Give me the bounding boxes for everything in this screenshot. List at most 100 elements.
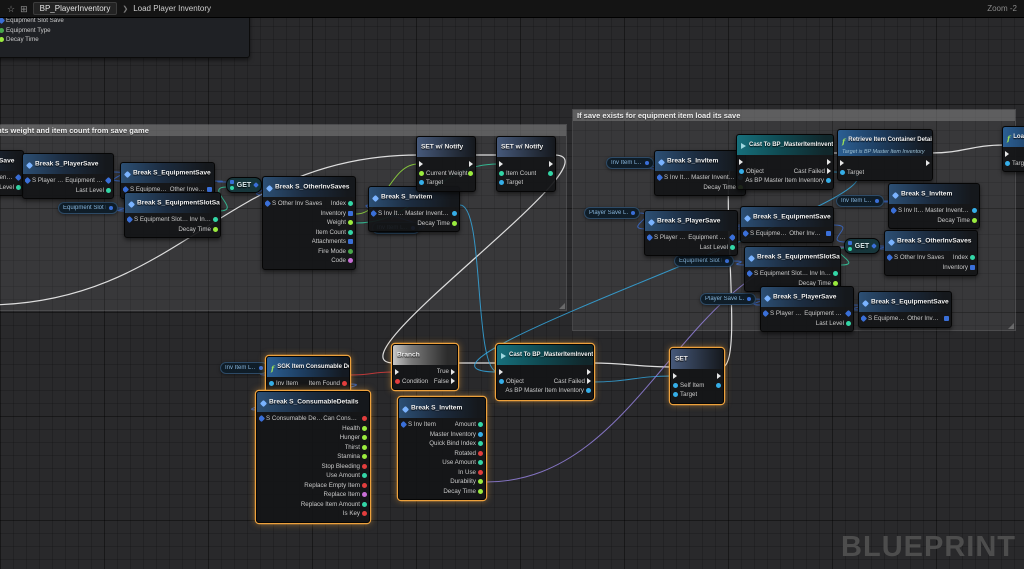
- breadcrumb-root[interactable]: BP_PlayerInventory: [33, 2, 118, 15]
- break-equipmentsave-3[interactable]: Break S_EquipmentSaveS Equipment SaveOth…: [858, 291, 952, 328]
- window-icon[interactable]: ⊞: [20, 0, 28, 18]
- true-pin[interactable]: [451, 369, 455, 375]
- decay-time-pin[interactable]: [0, 37, 4, 42]
- health-pin[interactable]: [362, 426, 367, 431]
- exec-pin[interactable]: [827, 159, 831, 165]
- variable-output-pin[interactable]: [109, 206, 113, 210]
- variable-get-pill[interactable]: Player Save L…: [584, 207, 640, 219]
- in-use-pin[interactable]: [478, 470, 483, 475]
- break-otherinvsaves-1[interactable]: Break S_OtherInvSavesS Other Inv SavesIn…: [262, 176, 356, 270]
- break-otherinvsaves-2[interactable]: Break S_OtherInvSavesS Other Inv SavesIn…: [884, 230, 978, 276]
- variable-output-pin[interactable]: [725, 259, 729, 263]
- pin[interactable]: [230, 180, 234, 184]
- equipment-type-pin[interactable]: [0, 28, 4, 33]
- attachments-pin[interactable]: [348, 239, 353, 244]
- variable-get-pill[interactable]: Inv Item L…: [220, 362, 268, 374]
- break-invitem-1[interactable]: Break S_InvItemS Inv ItemMaster Inventor…: [368, 186, 460, 232]
- stop-bleeding-pin[interactable]: [362, 464, 367, 469]
- exec-pin[interactable]: [469, 161, 473, 167]
- s-inv-item-pin[interactable]: [401, 421, 407, 428]
- inv-item-pin[interactable]: [269, 381, 274, 386]
- last-level-pin[interactable]: [846, 321, 851, 326]
- hunger-pin[interactable]: [362, 435, 367, 440]
- equipment-slot-save-pin[interactable]: [0, 17, 5, 24]
- variable-get-pill[interactable]: Inv Item L…: [836, 195, 884, 207]
- break-equipmentsave-2[interactable]: Break S_EquipmentSaveS Equipment SaveOth…: [740, 206, 834, 243]
- thirst-pin[interactable]: [362, 445, 367, 450]
- as-bp-master-item-inventory-pin[interactable]: [586, 388, 591, 393]
- inventory-pin[interactable]: [348, 211, 353, 216]
- false-pin[interactable]: [451, 378, 455, 384]
- fire-mode-pin[interactable]: [348, 249, 353, 254]
- item-count-pin[interactable]: [499, 171, 504, 176]
- s-equipment-save-pin[interactable]: [861, 315, 867, 322]
- target-pin[interactable]: [840, 170, 845, 175]
- s-consumable-details-pin[interactable]: [259, 415, 265, 422]
- durability-pin[interactable]: [478, 479, 483, 484]
- set-item-count[interactable]: SET w/ NotifyItem CountTarget: [496, 136, 556, 192]
- pin[interactable]: [716, 383, 721, 388]
- s-inv-item-pin[interactable]: [657, 174, 663, 181]
- object-pin[interactable]: [739, 169, 744, 174]
- exec-pin[interactable]: [673, 373, 677, 379]
- exec-pin[interactable]: [739, 159, 743, 165]
- equipment-save-pin[interactable]: [729, 234, 735, 241]
- get-array-1[interactable]: GET: [226, 177, 262, 193]
- exec-pin[interactable]: [587, 369, 591, 375]
- break-invitem-3[interactable]: Break S_InvItemS Inv ItemMaster Inventor…: [888, 183, 980, 229]
- pin[interactable]: [871, 243, 877, 249]
- weight-pin[interactable]: [348, 220, 353, 225]
- set-current-weight[interactable]: SET w/ NotifyCurrent WeightTarget: [416, 136, 476, 192]
- favorite-icon[interactable]: ☆: [7, 0, 15, 18]
- break-invitem-2[interactable]: Break S_InvItemS Inv ItemMaster Inventor…: [654, 150, 746, 196]
- decay-time-pin[interactable]: [972, 218, 977, 223]
- use-amount-pin[interactable]: [478, 460, 483, 465]
- break-consumabledetails[interactable]: Break S_ConsumableDetailsS Consumable De…: [256, 391, 370, 523]
- last-level-pin[interactable]: [730, 245, 735, 250]
- target-pin[interactable]: [499, 180, 504, 185]
- blueprint-graph-canvas[interactable]: ☆ ⊞ BP_PlayerInventory ❯ Load Player Inv…: [0, 0, 1024, 569]
- decay-time-pin[interactable]: [213, 227, 218, 232]
- current-weight-pin[interactable]: [419, 171, 424, 176]
- last-level-pin[interactable]: [106, 188, 111, 193]
- variable-get-pill[interactable]: Player Save L…: [700, 293, 756, 305]
- target-pin[interactable]: [419, 180, 424, 185]
- break-invitem-4[interactable]: Break S_InvItemS Inv ItemAmountMaster In…: [398, 397, 486, 500]
- cast-to-masteriteminventory-1[interactable]: Cast To BP_MasterItemInventoryObjectCast…: [736, 134, 834, 190]
- stamina-pin[interactable]: [362, 454, 367, 459]
- replace-item-amount-pin[interactable]: [362, 502, 367, 507]
- object-pin[interactable]: [499, 379, 504, 384]
- pin[interactable]: [468, 171, 473, 176]
- self-item-pin[interactable]: [673, 383, 678, 388]
- break-playersave-clipped[interactable]: Break S_PlayerSaveS Player SaveEquipment…: [0, 150, 24, 196]
- equipment-save-pin[interactable]: [845, 310, 851, 317]
- variable-output-pin[interactable]: [259, 366, 263, 370]
- master-inventory-pin[interactable]: [972, 208, 977, 213]
- exec-pin[interactable]: [926, 160, 930, 166]
- other-inventorys-pin[interactable]: [826, 231, 831, 236]
- last-level-pin[interactable]: [16, 185, 21, 190]
- get-array-2[interactable]: GET: [844, 238, 880, 254]
- inv-index-pin[interactable]: [833, 271, 838, 276]
- exec-pin[interactable]: [1005, 151, 1009, 157]
- branch[interactable]: BranchTrueConditionFalse: [392, 344, 458, 390]
- s-equipment-save-pin[interactable]: [743, 230, 749, 237]
- rotated-pin[interactable]: [478, 451, 483, 456]
- pin[interactable]: [848, 247, 852, 251]
- inventory-pin[interactable]: [970, 265, 975, 270]
- amount-pin[interactable]: [478, 422, 483, 427]
- replace-empty-item-pin[interactable]: [362, 483, 367, 488]
- break-playersave-3[interactable]: Break S_PlayerSaveS Player SaveEquipment…: [760, 286, 854, 332]
- code-pin[interactable]: [348, 258, 353, 263]
- equipment-save-pin[interactable]: [105, 177, 111, 184]
- pin[interactable]: [253, 182, 259, 188]
- s-inv-item-pin[interactable]: [891, 207, 897, 214]
- inv-index-pin[interactable]: [213, 217, 218, 222]
- s-player-save-pin[interactable]: [763, 310, 769, 317]
- s-player-save-pin[interactable]: [647, 234, 653, 241]
- retrieve-item-container-details[interactable]: fRetrieve Item Container DetailsTarget i…: [837, 129, 933, 181]
- other-inventorys-pin[interactable]: [944, 316, 949, 321]
- exec-pin[interactable]: [499, 161, 503, 167]
- variable-get-pill[interactable]: Inv Item L…: [606, 157, 654, 169]
- break-playersave-1[interactable]: Break S_PlayerSaveS Player SaveEquipment…: [22, 153, 114, 199]
